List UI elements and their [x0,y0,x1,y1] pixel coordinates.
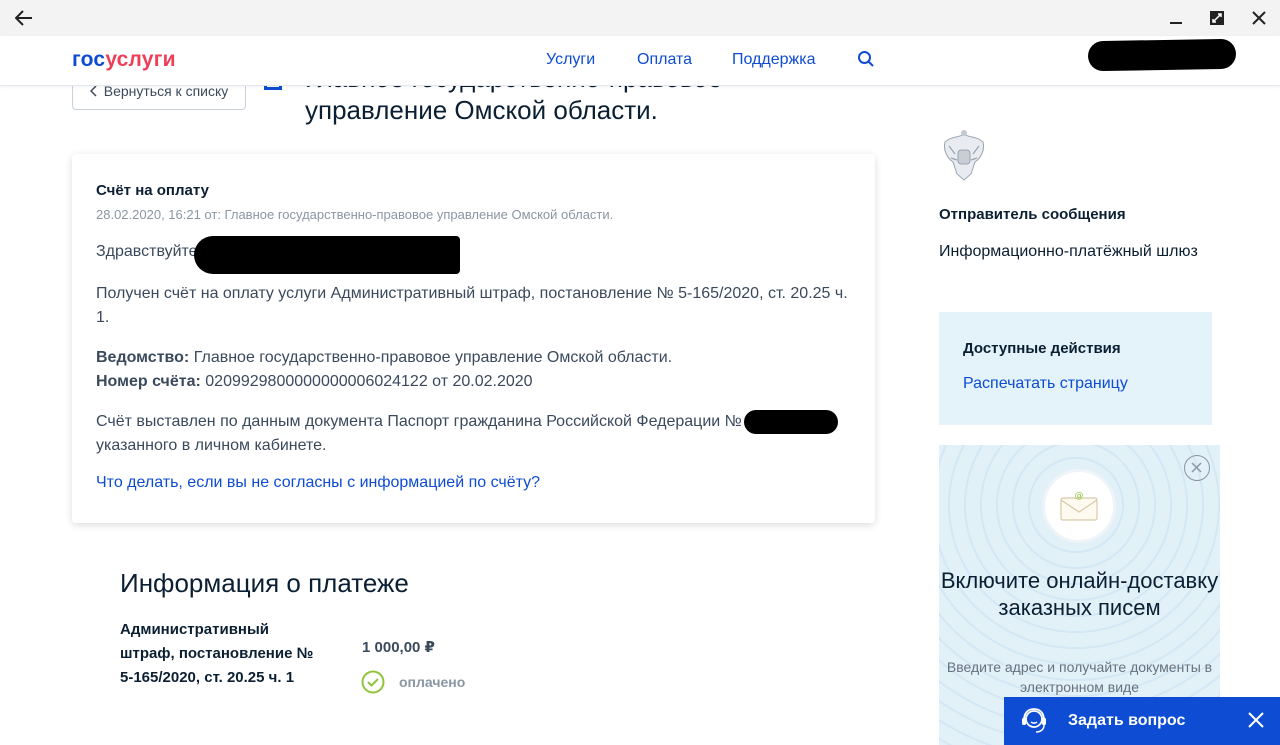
document-text-start: Счёт выставлен по данным документа Паспо… [96,413,742,431]
payment-amount: 1 000,00 ₽ [362,639,435,656]
logo-part-uslugi: услуги [105,48,176,71]
department-value: Главное государственно-правовое управлен… [193,349,673,366]
gosuslugi-logo[interactable]: госуслуги [72,48,176,72]
available-actions-panel: Доступные действия Распечатать страницу [939,312,1212,425]
restore-icon[interactable] [1205,6,1229,30]
ask-question-widget[interactable]: Задать вопрос [1004,697,1280,745]
window-titlebar [0,0,1280,36]
close-icon [1191,462,1202,473]
print-page-link[interactable]: Распечатать страницу [963,375,1188,393]
sender-value: Информационно-платёжный шлюз [939,243,1198,260]
document-text-end: указанного в личном кабинете. [96,437,327,455]
nav-support[interactable]: Поддержка [732,51,815,69]
chevron-left-icon [89,85,97,97]
check-circle-icon [361,670,385,694]
greeting-line: Здравствуйте [96,236,851,274]
minimize-icon[interactable] [1164,6,1188,30]
chat-close-icon[interactable] [1247,711,1267,731]
site-header: госуслуги Услуги Оплата Поддержка [0,36,1280,86]
search-icon[interactable] [857,50,877,70]
envelope-icon: @ [1042,469,1116,543]
message-title: Счёт на оплату [96,182,209,199]
payment-status: оплачено [361,670,465,694]
disagree-link[interactable]: Что делать, если вы не согласны с информ… [96,474,851,492]
nav-services[interactable]: Услуги [546,51,595,69]
promo-headline: Включите онлайн-доставку заказных писем [940,568,1219,620]
back-arrow-icon[interactable] [12,6,36,30]
name-redaction [194,236,460,274]
document-line: Счёт выставлен по данным документа Паспо… [96,410,851,458]
greeting-text: Здравствуйте [96,243,198,260]
department-label: Ведомство: [96,349,190,366]
nav-payment[interactable]: Оплата [637,51,692,69]
sender-title: Отправитель сообщения [939,206,1126,223]
user-name-redaction [1087,38,1237,72]
actions-title: Доступные действия [963,340,1121,357]
message-meta: 28.02.2020, 16:21 от: Главное государств… [96,207,614,222]
support-agent-icon [1018,705,1050,737]
logo-part-gos: гос [72,48,106,71]
svg-text:@: @ [1075,491,1084,501]
coat-of-arms-icon [939,128,989,182]
promo-subtitle: Введите адрес и получайте документы в эл… [946,659,1213,695]
payment-info-title: Информация о платеже [120,568,409,598]
invoice-label: Номер счёта: [96,373,201,390]
ask-question-label[interactable]: Задать вопрос [1068,712,1185,730]
promo-close-button[interactable] [1184,455,1210,481]
passport-redaction [743,410,838,434]
close-window-icon[interactable] [1247,6,1271,30]
message-card: Счёт на оплату 28.02.2020, 16:21 от: Гла… [72,154,875,523]
department-line: Ведомство: Главное государственно-правов… [96,346,851,370]
payment-service-name: Административный штраф, постановление № … [120,621,314,686]
invoice-value: 0209929800000000006024122 от 20.02.2020 [205,373,533,390]
payment-status-label: оплачено [399,674,466,690]
message-body: Получен счёт на оплату услуги Администра… [96,285,848,326]
invoice-line: Номер счёта: 0209929800000000006024122 о… [96,370,851,394]
